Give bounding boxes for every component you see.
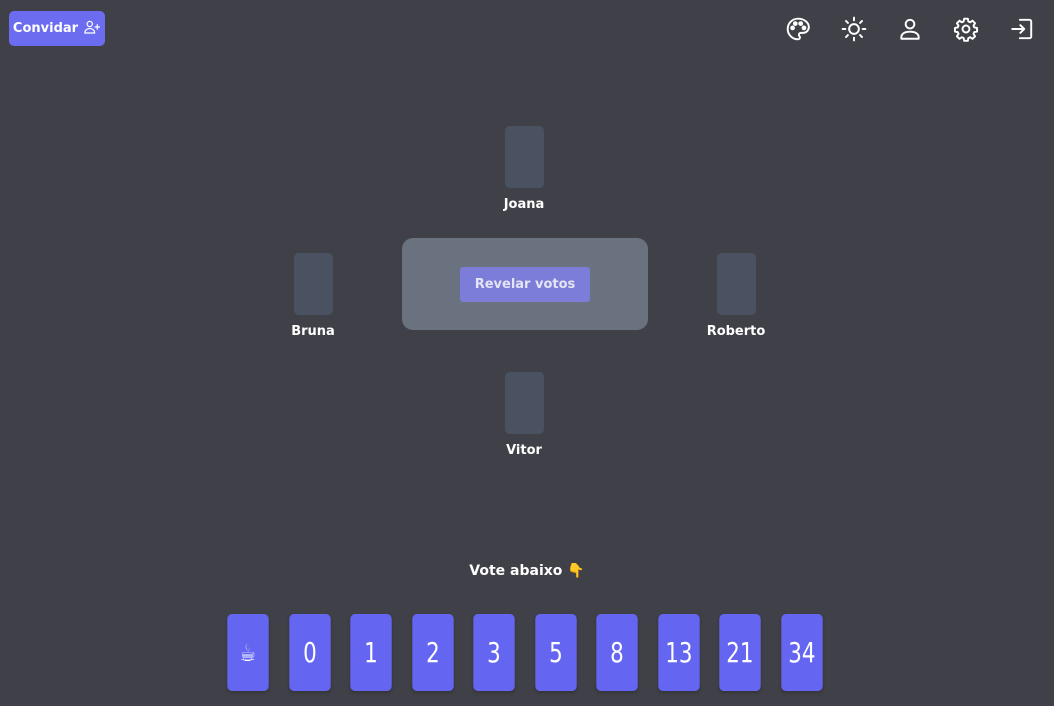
vote-card-value: 2: [425, 636, 440, 669]
vote-card-value: 3: [487, 636, 501, 669]
player-card: [293, 253, 333, 315]
vote-card-3[interactable]: 3: [473, 614, 515, 691]
player-name: Bruna: [291, 324, 335, 339]
palette-icon[interactable]: [785, 15, 811, 43]
logout-icon[interactable]: [1009, 15, 1035, 43]
vote-deck: ☕ 0 1 2 3 5 8 13 21 34: [225, 614, 825, 691]
player-name: Roberto: [706, 324, 766, 339]
vote-card-value: 34: [787, 636, 816, 669]
player-card: [504, 372, 544, 434]
vote-prompt: Vote abaixo 👇: [469, 563, 585, 579]
vote-card-value: 8: [610, 636, 624, 669]
player-name: Vitor: [506, 443, 542, 458]
user-icon[interactable]: [897, 15, 923, 43]
player-vitor: Vitor: [474, 372, 574, 458]
planning-poker-page: Convidar Joana Bruna Roberto Vitor Revel…: [0, 0, 1054, 706]
vote-card-8[interactable]: 8: [596, 614, 638, 691]
vote-card-1[interactable]: 1: [350, 614, 392, 691]
player-card: [716, 253, 756, 315]
top-toolbar: [785, 15, 1035, 43]
vote-card-value: 5: [548, 636, 563, 669]
reveal-votes-button[interactable]: Revelar votos: [459, 266, 591, 302]
vote-card-34[interactable]: 34: [780, 614, 823, 691]
vote-card-value: 13: [664, 636, 693, 669]
vote-card-5[interactable]: 5: [534, 614, 577, 691]
vote-card-value: ☕: [239, 638, 257, 667]
player-joana: Joana: [474, 126, 574, 212]
add-user-icon: [83, 18, 101, 40]
sun-icon[interactable]: [841, 15, 867, 43]
vote-card-13[interactable]: 13: [657, 614, 700, 691]
vote-card-2[interactable]: 2: [411, 614, 454, 691]
vote-card-value: 0: [302, 636, 317, 669]
poker-table: Revelar votos: [402, 238, 648, 330]
vote-card-coffee[interactable]: ☕: [227, 614, 269, 691]
vote-card-0[interactable]: 0: [288, 614, 331, 691]
invite-button[interactable]: Convidar: [9, 11, 105, 46]
gear-icon[interactable]: [953, 15, 979, 43]
player-card: [504, 126, 544, 188]
vote-card-21[interactable]: 21: [719, 614, 761, 691]
vote-card-value: 21: [726, 636, 754, 669]
player-bruna: Bruna: [263, 253, 363, 339]
invite-button-label: Convidar: [12, 21, 79, 36]
player-name: Joana: [503, 197, 545, 212]
vote-card-value: 1: [364, 636, 378, 669]
player-roberto: Roberto: [686, 253, 786, 339]
